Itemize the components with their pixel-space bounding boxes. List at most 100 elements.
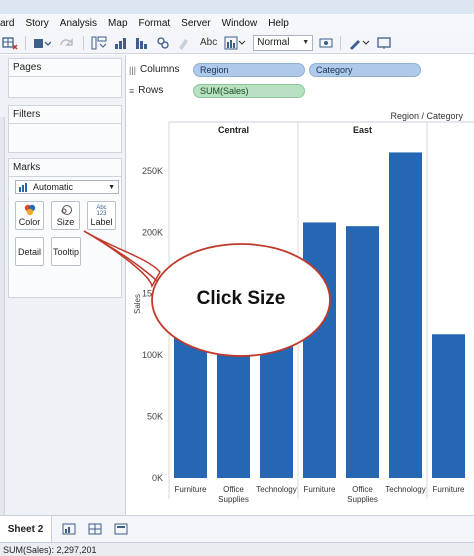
bar-east-technology [389, 152, 422, 478]
presentation-mode-icon[interactable] [377, 35, 391, 51]
mark-type-dropdown[interactable]: Automatic ▼ [15, 180, 119, 194]
mark-type-value: Automatic [33, 182, 74, 192]
sort-ascending-icon[interactable] [114, 35, 128, 51]
marks-title: Marks [13, 162, 41, 173]
toolbar: Abc Normal ▼ [0, 32, 474, 54]
y-tick-label: 50K [147, 412, 163, 422]
menu-server[interactable]: Server [181, 18, 210, 29]
label-button[interactable]: Abc 123 Label [87, 201, 116, 230]
menu-map[interactable]: Map [108, 18, 127, 29]
pen-annotate-icon[interactable] [348, 35, 370, 51]
sheet-tab-bar: Sheet 2 [0, 515, 474, 543]
new-dashboard-icon[interactable] [88, 523, 102, 535]
columns-label-text: Columns [140, 64, 180, 75]
y-axis-label: Sales [133, 294, 142, 314]
region-header: East [353, 125, 372, 135]
callout-text: Click Size [196, 288, 286, 309]
y-tick-label: 250K [142, 166, 163, 176]
rows-shelf[interactable]: ≡ Rows SUM(Sales) [129, 82, 469, 99]
menu-bar: ard Story Analysis Map Format Server Win… [0, 14, 474, 32]
columns-shelf[interactable]: ||| Columns Region Category [129, 61, 469, 78]
color-button-label: Color [18, 217, 41, 227]
x-tick-label: Office [352, 485, 373, 494]
new-story-icon[interactable] [114, 523, 128, 535]
pages-shelf[interactable]: Pages [8, 58, 122, 98]
new-datasource-icon[interactable] [2, 35, 18, 51]
color-button[interactable]: Color [15, 201, 44, 230]
chevron-down-icon: ▼ [108, 183, 115, 191]
bar-south-furniture [432, 334, 465, 478]
marks-divider [9, 176, 121, 177]
status-bar: SUM(Sales): 2,297,201 [0, 542, 474, 556]
y-tick-label: 200K [142, 227, 163, 237]
left-scrollbar[interactable] [0, 117, 5, 556]
filters-shelf[interactable]: Filters [8, 105, 122, 153]
rows-label-text: Rows [138, 85, 164, 96]
columns-icon: ||| [129, 64, 137, 75]
header-caption: Region / Category [390, 111, 463, 121]
detail-button[interactable]: Detail [15, 237, 44, 266]
fit-dropdown-value: Normal [257, 37, 290, 48]
filters-title: Filters [13, 109, 41, 120]
y-tick-label: 100K [142, 350, 163, 360]
size-button-label: Size [56, 217, 75, 227]
region-header: Central [218, 125, 249, 135]
pages-title: Pages [13, 62, 42, 73]
toolbar-separator [25, 35, 26, 50]
marks-card: Marks Automatic ▼ Color Size Abc 123 Lab… [8, 158, 122, 298]
x-tick-label: Supplies [347, 495, 378, 504]
window-title-bar [0, 0, 474, 14]
group-members-icon[interactable] [156, 35, 170, 51]
menu-format[interactable]: Format [139, 18, 171, 29]
x-tick-label: Furniture [174, 485, 207, 494]
swap-rows-columns-icon[interactable] [91, 35, 107, 51]
color-palette-icon [24, 204, 35, 216]
sheet-2-tab[interactable]: Sheet 2 [0, 515, 52, 543]
y-tick-label: 150K [142, 289, 163, 299]
y-tick-label: 0K [152, 473, 163, 483]
region-pill[interactable]: Region [193, 62, 305, 77]
x-tick-label: Technology [385, 485, 425, 494]
menu-story[interactable]: Story [25, 18, 48, 29]
category-pill[interactable]: Category [309, 62, 421, 77]
bar-east-office-supplies [346, 226, 379, 478]
left-panel: Pages Filters Marks Automatic ▼ Color Si… [0, 55, 126, 556]
columns-label: ||| Columns [129, 64, 193, 75]
x-tick-label: Furniture [303, 485, 336, 494]
chart-view-icon[interactable] [224, 35, 246, 51]
size-button[interactable]: Size [51, 201, 80, 230]
fix-axes-icon[interactable] [319, 35, 333, 51]
tooltip-button-label: Tooltip [52, 246, 79, 257]
redo-icon[interactable] [58, 35, 76, 51]
pages-divider [9, 76, 121, 77]
bar-chart-icon [19, 182, 27, 192]
x-tick-label: Office [223, 485, 244, 494]
filters-divider [9, 123, 121, 124]
new-worksheet-icon[interactable] [62, 523, 76, 535]
chevron-down-icon: ▼ [302, 39, 310, 46]
sheet-actions [62, 523, 140, 535]
toolbar-separator [83, 35, 84, 50]
new-worksheet-icon[interactable] [33, 35, 51, 51]
menu-dashboard[interactable]: ard [0, 18, 14, 29]
sum-sales-pill[interactable]: SUM(Sales) [193, 83, 305, 98]
x-tick-label: Technology [256, 485, 296, 494]
toolbar-separator [340, 35, 342, 50]
rows-icon: ≡ [129, 85, 135, 96]
fit-dropdown[interactable]: Normal ▼ [253, 34, 314, 51]
menu-help[interactable]: Help [268, 18, 289, 29]
tooltip-button[interactable]: Tooltip [51, 237, 81, 266]
bar-east-furniture [303, 222, 336, 478]
show-mark-labels-button[interactable]: Abc [200, 35, 217, 51]
label-button-label: Label [90, 216, 113, 227]
size-circles-icon [61, 205, 72, 215]
rows-label: ≡ Rows [129, 85, 193, 96]
menu-window[interactable]: Window [222, 18, 258, 29]
menu-analysis[interactable]: Analysis [60, 18, 97, 29]
x-tick-label: Supplies [218, 495, 249, 504]
highlight-icon[interactable] [177, 35, 193, 51]
sort-descending-icon[interactable] [135, 35, 149, 51]
detail-button-label: Detail [17, 246, 41, 257]
abc-123-icon: Abc 123 [96, 204, 107, 217]
x-tick-label: Furniture [432, 485, 465, 494]
